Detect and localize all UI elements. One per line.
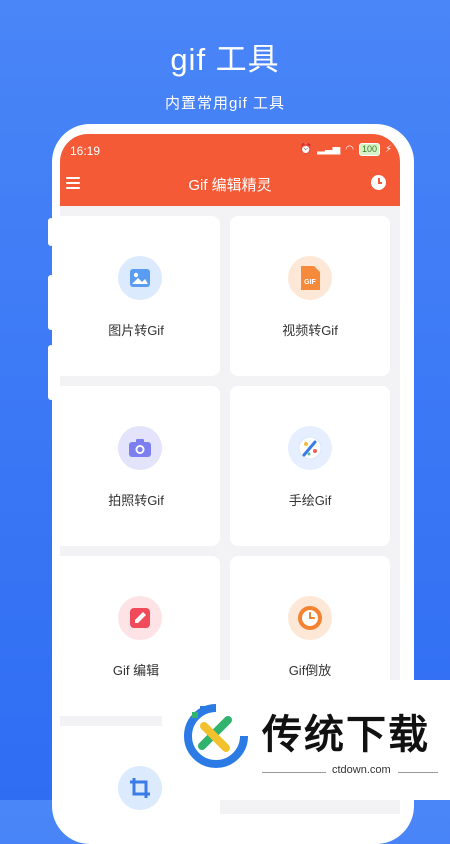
status-time: 16:19 [70,144,101,158]
charging-icon: ⚡ [384,144,392,155]
tool-label: Gif 编辑 [112,663,160,678]
watermark-logo [184,704,248,768]
camera-icon [118,426,162,470]
status-icons: ⏰ ▂▃▅ ◠ 100 ⚡ [300,143,392,156]
wifi-icon: ◠ [345,144,354,155]
tool-label: 拍照转Gif [108,493,164,508]
divider [262,772,326,773]
edit-icon [118,596,162,640]
svg-text:GIF: GIF [304,279,316,286]
tool-label: Gif倒放 [288,663,332,678]
watermark-name: 传统下载 [262,713,430,757]
app-header: 16:19 ⏰ ▂▃▅ ◠ 100 ⚡ Gif 编辑精灵 [60,134,400,206]
app-title: Gif 编辑精灵 [188,177,272,194]
image-icon [118,256,162,300]
battery-icon: 100 [358,143,380,156]
tool-card-photo-to-gif[interactable]: 拍照转Gif [60,386,220,546]
paint-brush-icon [288,426,332,470]
tool-label: 视频转Gif [282,323,338,338]
tool-card-video-to-gif[interactable]: GIF 视频转Gif [230,216,390,376]
tool-card-image-to-gif[interactable]: 图片转Gif [60,216,220,376]
divider [398,772,438,773]
gif-file-icon: GIF [288,256,332,300]
watermark-url: ctdown.com [332,764,391,776]
clock-icon [288,596,332,640]
alarm-icon: ⏰ [299,144,313,155]
tool-card-hand-draw-gif[interactable]: 手绘Gif [230,386,390,546]
tool-label: 图片转Gif [108,323,164,338]
signal-icon: ▂▃▅ [317,144,341,155]
promo-subtitle: 内置常用gif 工具 [164,95,285,112]
promo-title: gif 工具 [170,42,280,77]
tool-label: 手绘Gif [288,493,332,508]
crop-icon [118,766,162,810]
history-icon[interactable] [371,175,386,190]
watermark: 传统下载 ctdown.com [162,680,450,800]
